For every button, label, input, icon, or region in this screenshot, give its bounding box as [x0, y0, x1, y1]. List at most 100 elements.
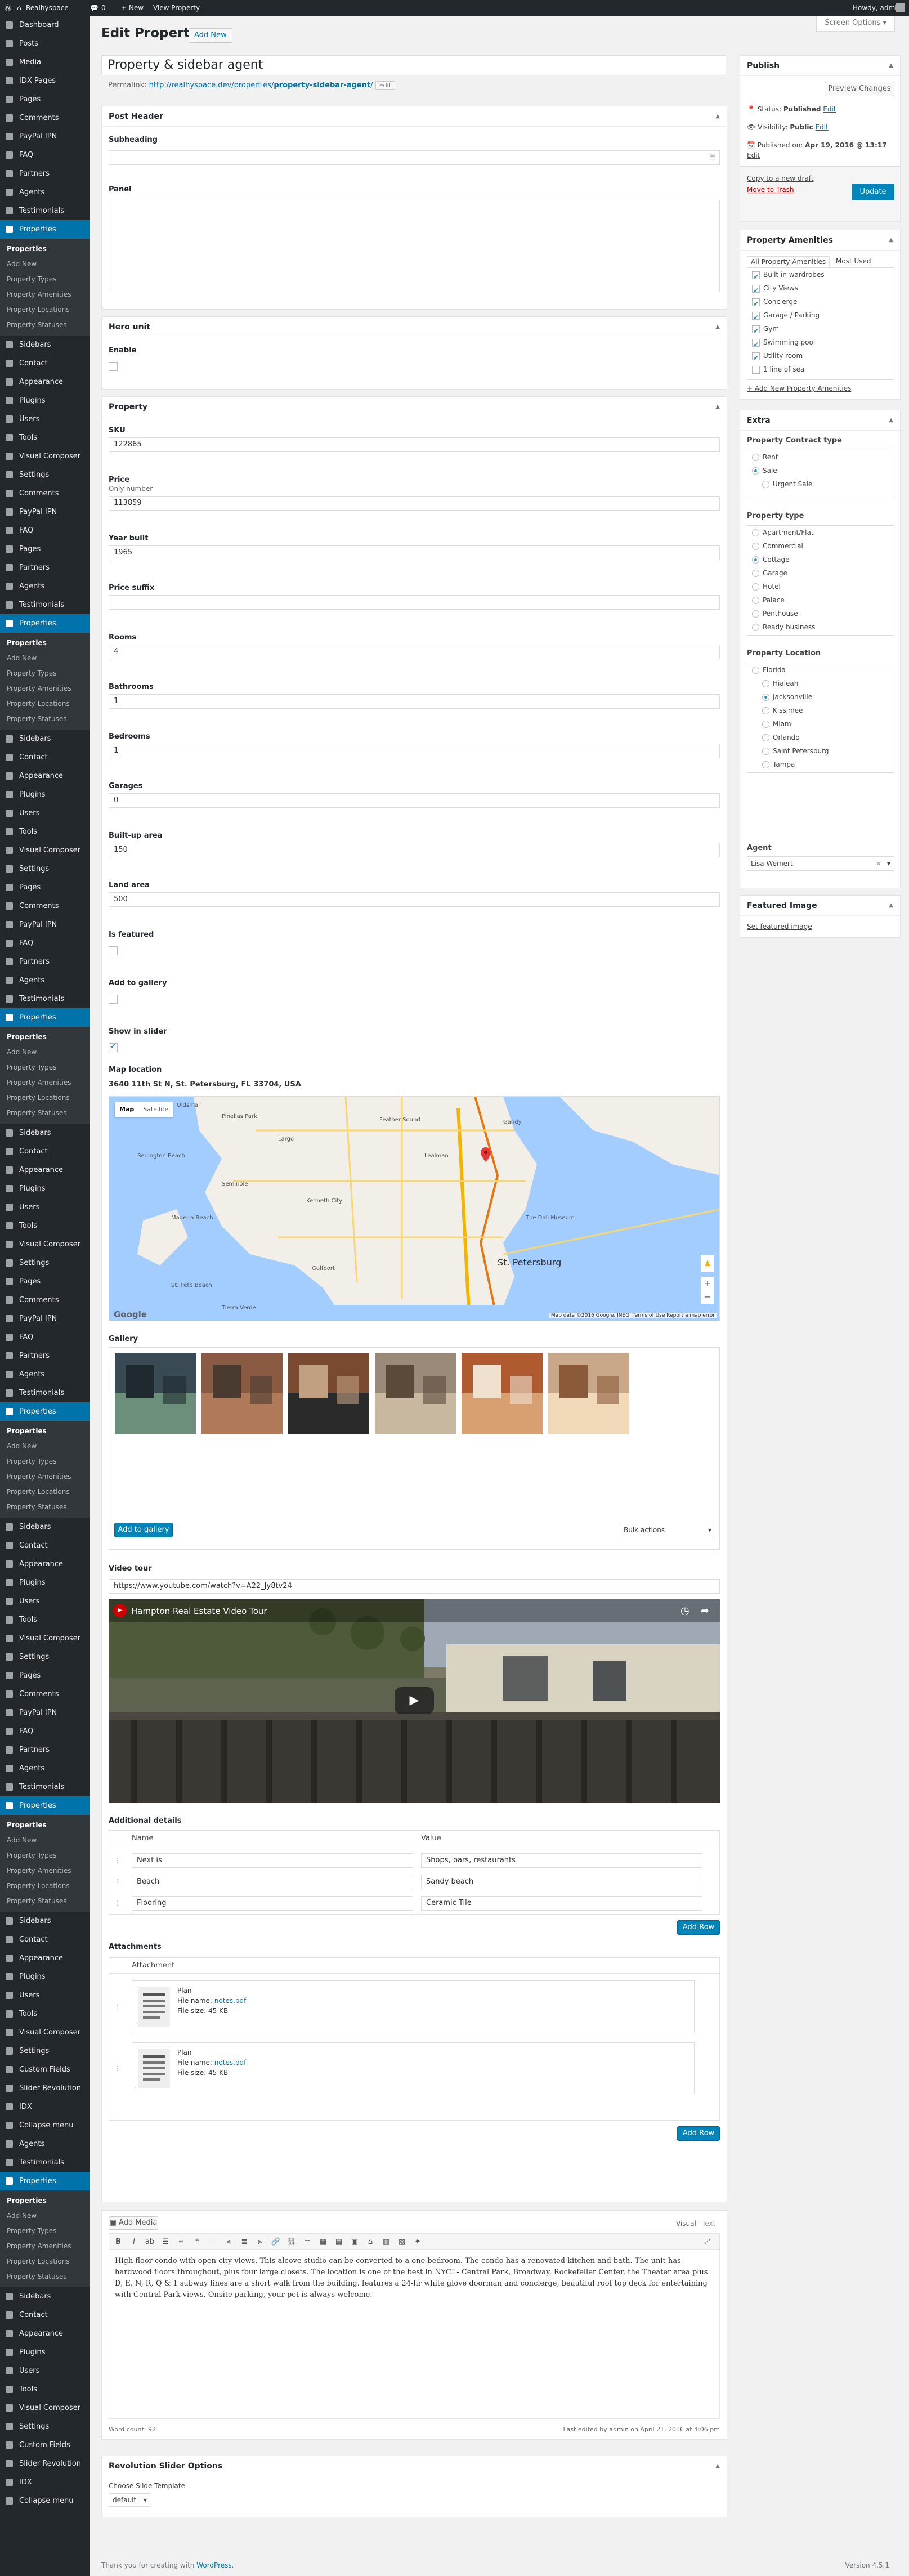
unlink-icon[interactable]: ⛓	[285, 2235, 298, 2249]
agent-select[interactable]: Lisa Wemert × ▾	[747, 856, 894, 871]
menu-item-settings[interactable]: Settings	[0, 860, 90, 878]
amenity-item[interactable]: Garage / Parking	[747, 308, 894, 324]
amenity-item[interactable]: Utility room	[747, 349, 894, 365]
bold-icon[interactable]: B	[111, 2235, 125, 2249]
numbered-list-icon[interactable]: ≡	[174, 2235, 188, 2249]
menu-item-comments[interactable]: Comments	[0, 1291, 90, 1309]
menu-item-plugins[interactable]: Plugins	[0, 2343, 90, 2362]
show-in-slider-checkbox[interactable]	[109, 1043, 118, 1052]
property-location-item[interactable]: Tampa	[747, 758, 894, 771]
menu-item-partners[interactable]: Partners	[0, 558, 90, 577]
menu-item-faq[interactable]: FAQ	[0, 1722, 90, 1741]
menu-item-testimonials[interactable]: Testimonials	[0, 1778, 90, 1796]
menu-item-paypal-ipn[interactable]: PayPal IPN	[0, 127, 90, 146]
property-type-radio[interactable]	[752, 570, 759, 577]
menu-item-contact[interactable]: Contact	[0, 1142, 90, 1161]
menu-item-pages[interactable]: Pages	[0, 90, 90, 109]
field-input-garages[interactable]: 0	[109, 793, 720, 808]
collapse-arrow-icon[interactable]: ▲	[889, 230, 893, 251]
menu-item-sidebars[interactable]: Sidebars	[0, 1518, 90, 1536]
menu-item-agents[interactable]: Agents	[0, 1365, 90, 1384]
attachment-item[interactable]: Plan File name: notes.pdf File size: 45 KB	[132, 1980, 695, 2032]
featured-image-heading[interactable]: Featured Image ▲	[740, 896, 900, 916]
clear-icon[interactable]: ×	[876, 857, 881, 870]
submenu-item-property-locations[interactable]: Property Locations	[0, 1879, 90, 1894]
play-button[interactable]: ▶	[395, 1687, 434, 1714]
property-location-radio[interactable]	[762, 680, 769, 687]
menu-item-contact[interactable]: Contact	[0, 1930, 90, 1949]
wordpress-link[interactable]: WordPress	[196, 2561, 231, 2569]
amenity-checkbox[interactable]	[752, 365, 760, 374]
menu-item-users[interactable]: Users	[0, 410, 90, 428]
amenity-item[interactable]: Gym	[747, 322, 894, 338]
map-tab-map[interactable]: Map	[115, 1106, 138, 1113]
menu-item-contact[interactable]: Contact	[0, 2306, 90, 2324]
zoom-in-button[interactable]: +	[701, 1277, 714, 1290]
menu-item-users[interactable]: Users	[0, 804, 90, 822]
submenu-item-property-locations[interactable]: Property Locations	[0, 1090, 90, 1106]
menu-item-agents[interactable]: Agents	[0, 971, 90, 990]
menu-item-partners[interactable]: Partners	[0, 164, 90, 183]
submenu-item-add-new[interactable]: Add New	[0, 257, 90, 272]
tab-text[interactable]: Text	[702, 2220, 715, 2228]
preview-changes-button[interactable]: Preview Changes	[825, 82, 894, 96]
attachment-item[interactable]: Plan File name: notes.pdf File size: 45 KB	[132, 2042, 695, 2094]
read-more-icon[interactable]: ▭	[301, 2235, 314, 2249]
row-order-handle[interactable]: ⋮	[113, 2065, 123, 2072]
menu-item-sidebars[interactable]: Sidebars	[0, 1124, 90, 1142]
field-input-land-area[interactable]: 500	[109, 892, 720, 907]
gallery-image[interactable]	[462, 1353, 543, 1434]
menu-item-slider-revolution[interactable]: Slider Revolution	[0, 2454, 90, 2473]
menu-item-plugins[interactable]: Plugins	[0, 1967, 90, 1986]
share-icon[interactable]: ➦	[701, 1605, 709, 1617]
file-name-link[interactable]: notes.pdf	[214, 2059, 247, 2067]
submenu-item-property-amenities[interactable]: Property Amenities	[0, 1469, 90, 1484]
menu-item-pages[interactable]: Pages	[0, 1272, 90, 1291]
menu-item-visual-composer[interactable]: Visual Composer	[0, 2399, 90, 2417]
add-to-gallery-checkbox[interactable]	[109, 995, 118, 1004]
menu-item-media[interactable]: Media	[0, 53, 90, 71]
add-row-button[interactable]: Add Row	[677, 1920, 720, 1935]
contract-type-item[interactable]: Rent	[747, 450, 894, 464]
submenu-item-property-locations[interactable]: Property Locations	[0, 302, 90, 317]
field-input-sku[interactable]: 122865	[109, 437, 720, 452]
submenu-item-property-types[interactable]: Property Types	[0, 1060, 90, 1075]
visibility-edit-link[interactable]: Edit	[815, 123, 828, 131]
menu-item-partners[interactable]: Partners	[0, 952, 90, 971]
menu-item-settings[interactable]: Settings	[0, 2417, 90, 2436]
contract-type-radio[interactable]	[762, 481, 769, 488]
menu-item-agents[interactable]: Agents	[0, 2135, 90, 2153]
table-icon[interactable]: ▦	[316, 2235, 330, 2249]
menu-item-agents[interactable]: Agents	[0, 183, 90, 202]
shortcode-icon[interactable]: ▣	[348, 2235, 361, 2249]
submenu-item-property-statuses[interactable]: Property Statuses	[0, 1106, 90, 1121]
view-property-link[interactable]: View Property	[153, 0, 200, 16]
quote-icon[interactable]: ❝	[190, 2235, 204, 2249]
property-type-radio[interactable]	[752, 556, 759, 564]
amenity-checkbox[interactable]	[752, 284, 760, 297]
menu-item-pages[interactable]: Pages	[0, 1666, 90, 1685]
channel-avatar[interactable]: ▶	[113, 1604, 127, 1617]
menu-item-tools[interactable]: Tools	[0, 1217, 90, 1235]
field-input-price[interactable]: 113859	[109, 496, 720, 511]
copy-to-draft-link[interactable]: Copy to a new draft	[747, 175, 814, 182]
amenity-item[interactable]: Built in wardrobes	[747, 268, 894, 284]
field-input-year-built[interactable]: 1965	[109, 545, 720, 560]
property-location-item[interactable]: Florida	[747, 663, 894, 677]
menu-item-paypal-ipn[interactable]: PayPal IPN	[0, 1309, 90, 1328]
submenu-item-properties[interactable]: Properties	[0, 636, 90, 651]
set-featured-image-link[interactable]: Set featured image	[747, 923, 812, 931]
property-type-radio[interactable]	[752, 610, 759, 618]
menu-item-plugins[interactable]: Plugins	[0, 1573, 90, 1592]
collapse-arrow-icon[interactable]: ▲	[889, 896, 893, 916]
contract-type-item[interactable]: Sale	[747, 464, 894, 477]
menu-item-testimonials[interactable]: Testimonials	[0, 596, 90, 614]
amenity-checkbox[interactable]	[752, 311, 760, 324]
submenu-item-properties[interactable]: Properties	[0, 1818, 90, 1833]
fullscreen-icon[interactable]: ⤢	[700, 2235, 714, 2249]
detail-value-input[interactable]: Ceramic Tile	[421, 1896, 702, 1911]
menu-item-testimonials[interactable]: Testimonials	[0, 202, 90, 220]
permalink-link[interactable]: http://realhyspace.dev/properties/proper…	[149, 81, 373, 90]
submenu-item-property-types[interactable]: Property Types	[0, 2224, 90, 2239]
slide-template-select[interactable]: default ▾	[109, 2493, 150, 2507]
